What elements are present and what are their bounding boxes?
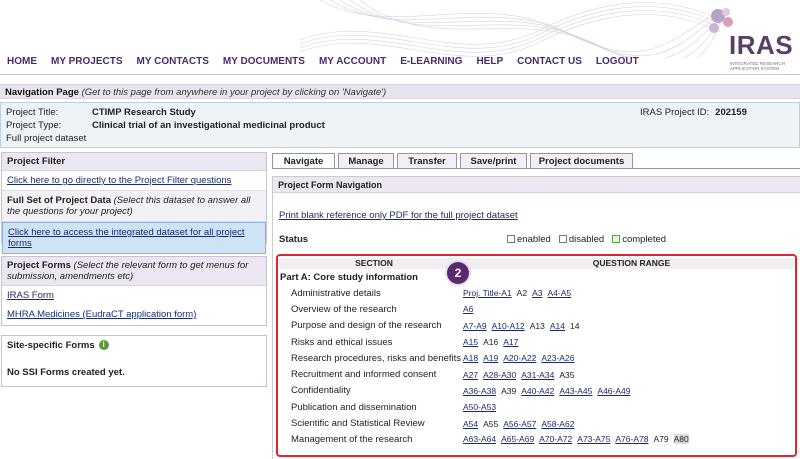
project-filter-heading: Project Filter [2, 153, 266, 171]
legend-enabled-swatch [507, 235, 515, 243]
project-filter-panel: Project Filter Click here to go directly… [1, 152, 267, 254]
project-tabs: Navigate Manage Transfer Save/print Proj… [272, 153, 636, 169]
navigation-page-title: Navigation Page [5, 87, 79, 98]
project-forms-panel: Project Forms (Select the relevant form … [1, 256, 267, 326]
nav-my-contacts[interactable]: MY CONTACTS [137, 56, 209, 70]
print-blank-pdf-link[interactable]: Print blank reference only PDF for the f… [279, 210, 518, 221]
tab-divider [272, 168, 800, 169]
iras-logo-tagline: INTEGRATED RESEARCH APPLICATION SYSTEM [730, 61, 785, 71]
project-id-value: 202159 [715, 107, 747, 118]
info-icon[interactable]: i [98, 340, 109, 351]
project-type: Clinical trial of an investigational med… [92, 120, 325, 131]
step-badge: 2 [447, 262, 469, 284]
ssi-heading: Site-specific Forms i [2, 336, 266, 355]
project-filter-link[interactable]: Click here to go directly to the Project… [7, 175, 231, 186]
iras-logo-text: IRAS [729, 30, 794, 60]
legend-disabled: disabled [558, 234, 604, 245]
tab-manage[interactable]: Manage [338, 153, 394, 169]
legend-enabled: enabled [507, 234, 551, 245]
tab-project-documents[interactable]: Project documents [530, 153, 633, 169]
status-label: Status [279, 234, 309, 245]
project-id: IRAS Project ID: 202159 [640, 106, 747, 119]
full-set-info: Full Set of Project Data (Select this da… [2, 191, 266, 222]
project-forms-heading: Project Forms (Select the relevant form … [2, 257, 266, 286]
project-info: Project Title: CTIMP Research Study Proj… [0, 102, 800, 148]
project-dataset: Full project dataset [6, 133, 87, 144]
full-set-title: Full Set of Project Data [7, 195, 111, 206]
integrated-dataset-row: Click here to access the integrated data… [2, 222, 266, 254]
project-form-navigation-heading: Project Form Navigation [273, 177, 800, 193]
mhra-form-link[interactable]: MHRA Medicines (EudraCT application form… [7, 309, 196, 320]
tab-save-print[interactable]: Save/print [460, 153, 527, 169]
nav-home[interactable]: HOME [7, 56, 37, 70]
ssi-empty-message: No SSI Forms created yet. [7, 367, 125, 378]
integrated-dataset-link[interactable]: Click here to access the integrated data… [8, 227, 245, 249]
status-legend: enabled disabled completed [507, 234, 666, 245]
ssi-title: Site-specific Forms [7, 340, 95, 351]
main-nav: HOME MY PROJECTS MY CONTACTS MY DOCUMENT… [7, 56, 653, 70]
highlight-box [276, 254, 797, 457]
site-specific-forms-panel: Site-specific Forms i No SSI Forms create… [1, 335, 267, 387]
project-title: CTIMP Research Study [92, 107, 196, 118]
project-type-label: Project Type: [6, 120, 62, 131]
header-swirl-decoration [300, 0, 720, 58]
nav-my-account[interactable]: MY ACCOUNT [319, 56, 386, 70]
status-row: Status enabled disabled completed [279, 234, 795, 245]
nav-divider [0, 74, 800, 75]
nav-help[interactable]: HELP [476, 56, 503, 70]
iras-form-link[interactable]: IRAS Form [7, 290, 54, 301]
navigation-page-hint: (Get to this page from anywhere in your … [81, 87, 387, 98]
nav-my-projects[interactable]: MY PROJECTS [51, 56, 123, 70]
project-id-label: IRAS Project ID: [640, 107, 710, 118]
nav-e-learning[interactable]: E-LEARNING [400, 56, 462, 70]
nav-contact-us[interactable]: CONTACT US [517, 56, 582, 70]
header: IRAS INTEGRATED RESEARCH APPLICATION SYS… [0, 0, 800, 80]
project-title-label: Project Title: [6, 107, 59, 118]
tab-transfer[interactable]: Transfer [397, 153, 457, 169]
nav-logout[interactable]: LOGOUT [596, 56, 639, 70]
legend-completed: completed [612, 234, 666, 245]
legend-completed-swatch [612, 235, 621, 243]
navigation-page-bar: Navigation Page (Get to this page from a… [0, 84, 800, 99]
project-forms-title: Project Forms [7, 260, 71, 271]
legend-disabled-swatch [558, 235, 567, 243]
nav-my-documents[interactable]: MY DOCUMENTS [223, 56, 305, 70]
tab-navigate[interactable]: Navigate [272, 153, 335, 169]
